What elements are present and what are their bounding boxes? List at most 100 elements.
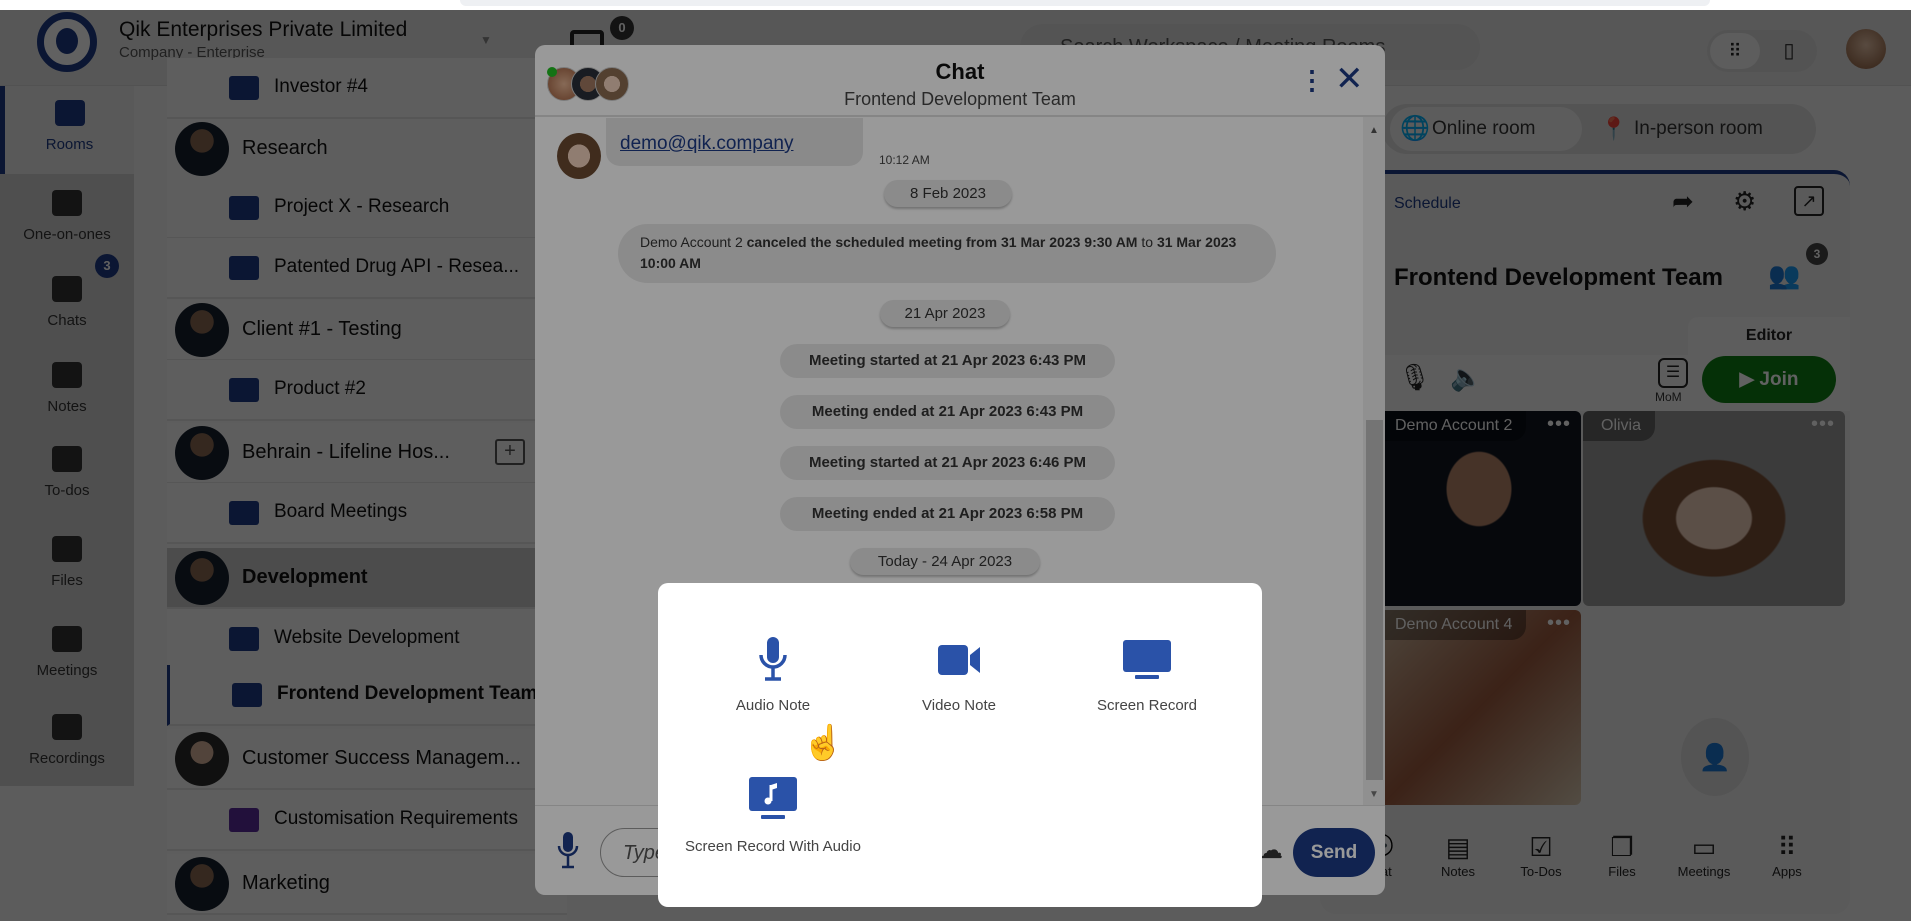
nav-item-files[interactable]: Files <box>0 522 134 610</box>
meetings-icon <box>52 626 82 652</box>
more-icon[interactable]: ••• <box>1547 413 1571 436</box>
room-item[interactable]: Project X - Research <box>167 178 567 239</box>
room-item[interactable]: Investor #4 <box>167 58 567 119</box>
add-room-icon[interactable]: + <box>495 439 525 465</box>
browser-strip <box>0 0 1911 10</box>
qik-logo[interactable] <box>37 12 97 72</box>
room-item[interactable]: Product #2 <box>167 360 567 421</box>
video-tile[interactable]: Demo Account 2 ••• <box>1377 411 1581 606</box>
mom-label: MoM <box>1655 390 1682 404</box>
room-avatar <box>175 857 229 911</box>
tool-to-dos[interactable]: ☑ To-Dos <box>1501 830 1581 879</box>
more-icon[interactable]: ••• <box>1547 612 1571 635</box>
room-avatar <box>175 303 229 357</box>
share-icon[interactable]: ➦ <box>1672 186 1694 217</box>
system-event: Meeting ended at 21 Apr 2023 6:43 PM <box>780 395 1115 429</box>
scrollbar-thumb[interactable] <box>1366 420 1383 780</box>
gear-icon[interactable]: ⚙ <box>1733 186 1756 217</box>
nav-item-to-dos[interactable]: To-dos <box>0 432 134 520</box>
view-toggle[interactable]: ⠿ ▯ <box>1707 30 1817 72</box>
room-item[interactable]: Marketing <box>167 854 567 915</box>
send-button[interactable]: Send <box>1293 828 1375 877</box>
open-external-icon[interactable]: ↗ <box>1794 186 1824 216</box>
online-room-label: Online room <box>1432 118 1536 139</box>
chat-subtitle: Frontend Development Team <box>844 89 1076 109</box>
user-avatar[interactable] <box>1846 29 1886 69</box>
tile-name: Olivia <box>1583 411 1656 441</box>
unread-badge: 3 <box>95 254 119 278</box>
nav-item-rooms[interactable]: Rooms <box>0 86 134 174</box>
nav-item-meetings[interactable]: Meetings <box>0 612 134 700</box>
room-item[interactable]: Website Development <box>167 609 567 670</box>
tile-name: Demo Account 4 <box>1377 610 1527 640</box>
room-item[interactable]: Research <box>167 119 567 180</box>
nav-label: Chats <box>47 312 87 329</box>
kebab-menu-icon[interactable]: ⋮ <box>1299 65 1325 96</box>
close-icon[interactable]: ✕ <box>1335 59 1364 99</box>
mic-off-icon[interactable]: 🎙 <box>1398 362 1431 393</box>
grid-view-icon[interactable]: ⠿ <box>1710 33 1760 69</box>
scroll-up-icon[interactable]: ▲ <box>1369 125 1379 136</box>
microphone-icon[interactable] <box>557 830 579 875</box>
nav-label: To-dos <box>44 482 90 499</box>
tool-label: Apps <box>1772 864 1802 879</box>
files-icon <box>52 536 82 562</box>
screen-record-option[interactable]: Screen Record <box>1047 635 1247 714</box>
hand-cursor-icon: ☝ <box>802 724 845 762</box>
schedule-link[interactable]: Schedule <box>1394 195 1461 213</box>
room-label: Product #2 <box>274 378 366 399</box>
nav-item-recordings[interactable]: Recordings <box>0 700 134 788</box>
mom-icon[interactable]: ☰ <box>1658 358 1688 388</box>
room-color-icon <box>229 378 259 402</box>
room-item[interactable]: Development <box>167 548 567 609</box>
scroll-down-icon[interactable]: ▼ <box>1369 789 1379 800</box>
sidebar-view-icon[interactable]: ▯ <box>1769 35 1809 67</box>
option-label: Audio Note <box>735 697 811 714</box>
company-dropdown-icon[interactable]: ▼ <box>480 33 492 47</box>
nav-label: Notes <box>47 398 87 415</box>
video-tile[interactable]: Demo Account 4 ••• <box>1377 610 1581 805</box>
room-label: Website Development <box>274 627 460 648</box>
company-name[interactable]: Qik Enterprises Private Limited <box>119 18 407 42</box>
room-item[interactable]: Customer Success Managem... <box>167 729 567 790</box>
room-item[interactable]: Client #1 - Testing <box>167 300 567 361</box>
email-link[interactable]: demo@qik.company <box>620 133 793 155</box>
room-label: Development <box>242 566 368 588</box>
chat-header: Chat Frontend Development Team ⋮ ✕ <box>535 45 1385 117</box>
date-separator: 21 Apr 2023 <box>880 300 1010 327</box>
room-item[interactable]: Board Meetings <box>167 483 567 544</box>
meetings-icon: ▭ <box>1691 832 1717 862</box>
room-avatar <box>175 122 229 176</box>
speaker-settings-icon[interactable]: 🔈 <box>1450 362 1482 393</box>
apps-icon: ⠿ <box>1777 832 1797 862</box>
room-avatar <box>175 551 229 605</box>
online-room-tab[interactable]: 🌐 Online room <box>1390 107 1582 151</box>
tool-files[interactable]: ❐ Files <box>1582 830 1662 879</box>
participants-icon[interactable]: 👥 <box>1768 260 1800 291</box>
audio-note-option[interactable]: Audio Note <box>673 635 873 714</box>
tool-meetings[interactable]: ▭ Meetings <box>1664 830 1744 879</box>
tool-label: To-Dos <box>1520 864 1562 879</box>
tool-notes[interactable]: ▤ Notes <box>1418 830 1498 879</box>
rooms-icon <box>54 100 85 126</box>
more-icon[interactable]: ••• <box>1811 413 1835 436</box>
room-item[interactable]: Behrain - Lifeline Hos... + <box>167 423 567 484</box>
screen-record-audio-option[interactable]: Screen Record With Audio <box>673 775 873 856</box>
join-button[interactable]: ▶ Join <box>1702 356 1836 403</box>
room-item[interactable]: Patented Drug API - Resea... <box>167 238 567 299</box>
inperson-room-tab[interactable]: 📍 In-person room <box>1600 107 1763 151</box>
nav-item-one-on-ones[interactable]: One-on-ones <box>0 176 134 264</box>
add-participant-icon[interactable]: 👤 <box>1681 718 1749 796</box>
video-note-option[interactable]: Video Note <box>859 635 1059 714</box>
room-label: Frontend Development Team <box>277 683 538 704</box>
tool-apps[interactable]: ⠿ Apps <box>1747 830 1827 879</box>
editor-tab[interactable]: Editor <box>1688 317 1850 355</box>
room-label: Investor #4 <box>274 76 368 97</box>
room-item[interactable]: Customisation Requirements <box>167 790 567 851</box>
cloud-upload-icon[interactable]: ☁ <box>1259 836 1283 865</box>
participants-badge: 3 <box>1806 243 1828 265</box>
nav-item-chats[interactable]: Chats 3 <box>0 254 134 350</box>
room-item[interactable]: Frontend Development Team <box>167 665 567 726</box>
nav-item-notes[interactable]: Notes <box>0 348 134 436</box>
video-tile[interactable]: Olivia ••• <box>1583 411 1845 606</box>
